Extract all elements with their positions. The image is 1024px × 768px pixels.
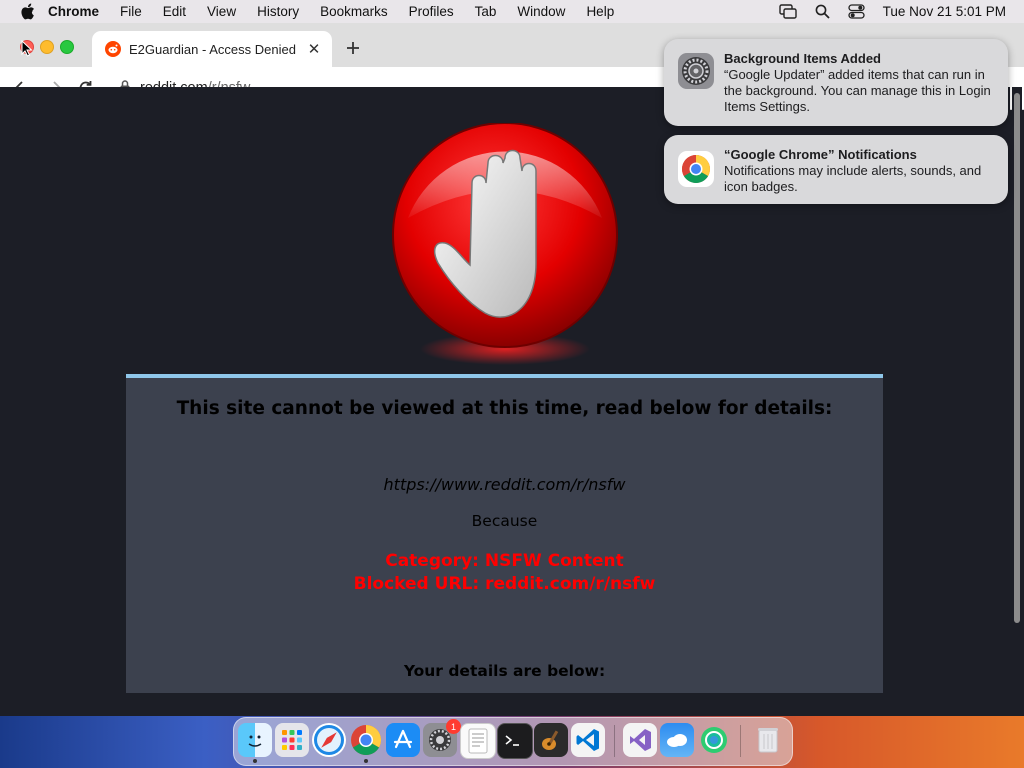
notification-title: “Google Chrome” Notifications xyxy=(724,147,917,162)
chrome-icon xyxy=(677,150,715,188)
menu-edit[interactable]: Edit xyxy=(163,4,186,19)
notification-background-items[interactable]: Background Items Added “Google Updater” … xyxy=(664,39,1008,126)
safari-icon[interactable] xyxy=(312,723,346,757)
menu-help[interactable]: Help xyxy=(586,4,614,19)
textedit-icon[interactable] xyxy=(460,723,496,759)
mouse-pointer-icon xyxy=(21,40,33,57)
new-tab-button[interactable] xyxy=(342,37,364,59)
system-settings-gear-icon xyxy=(677,52,715,90)
page-headline: This site cannot be viewed at this time,… xyxy=(176,398,833,419)
browser-icon[interactable] xyxy=(697,723,731,757)
block-reason: Category: NSFW Content Blocked URL: redd… xyxy=(126,550,883,596)
dock: 1 xyxy=(233,717,793,766)
stop-hand-icon xyxy=(390,122,620,373)
menu-bookmarks[interactable]: Bookmarks xyxy=(320,4,388,19)
notification-title: Background Items Added xyxy=(724,51,881,66)
spotlight-search-icon[interactable] xyxy=(815,4,830,19)
control-center-icon[interactable] xyxy=(848,4,865,19)
because-label: Because xyxy=(471,512,538,530)
menu-view[interactable]: View xyxy=(207,4,236,19)
terminal-icon[interactable] xyxy=(497,723,533,759)
vscode-icon[interactable] xyxy=(571,723,605,757)
screen-mirroring-icon[interactable] xyxy=(778,4,797,19)
settings-badge: 1 xyxy=(446,719,461,734)
menu-tab[interactable]: Tab xyxy=(475,4,497,19)
notification-body: “Google Updater” added items that can ru… xyxy=(724,67,991,114)
blocked-url-text: https://www.reddit.com/r/nsfw xyxy=(383,475,626,494)
window-minimize-button[interactable] xyxy=(40,40,54,54)
chrome-dock-icon[interactable] xyxy=(349,723,383,757)
menu-bar: Chrome File Edit View History Bookmarks … xyxy=(0,0,1024,23)
tab-title: E2Guardian - Access Denied xyxy=(129,41,296,57)
block-reason-url: Blocked URL: reddit.com/r/nsfw xyxy=(353,574,656,594)
menu-app-name[interactable]: Chrome xyxy=(48,4,99,19)
menu-profiles[interactable]: Profiles xyxy=(409,4,454,19)
notification-body: Notifications may include alerts, sounds… xyxy=(724,163,982,194)
tab-close-icon[interactable]: ✕ xyxy=(306,41,322,58)
window-zoom-button[interactable] xyxy=(60,40,74,54)
garageband-icon[interactable] xyxy=(534,723,568,757)
apple-menu-icon[interactable] xyxy=(18,3,36,21)
menu-file[interactable]: File xyxy=(120,4,142,19)
tab-active[interactable]: E2Guardian - Access Denied ✕ xyxy=(92,31,332,67)
reddit-favicon-icon xyxy=(105,41,121,57)
trash-icon[interactable] xyxy=(751,723,785,757)
page-scrollbar[interactable] xyxy=(1012,87,1022,693)
menu-history[interactable]: History xyxy=(257,4,299,19)
finder-icon[interactable] xyxy=(238,723,272,757)
app-store-icon[interactable] xyxy=(386,723,420,757)
launchpad-icon[interactable] xyxy=(275,723,309,757)
menu-clock[interactable]: Tue Nov 21 5:01 PM xyxy=(883,4,1006,19)
visual-studio-icon[interactable] xyxy=(623,723,657,757)
block-category: Category: NSFW Content xyxy=(385,551,624,571)
details-heading: Your details are below: xyxy=(403,662,606,680)
menu-window[interactable]: Window xyxy=(517,4,565,19)
access-denied-panel: This site cannot be viewed at this time,… xyxy=(126,374,883,693)
notification-chrome[interactable]: “Google Chrome” Notifications Notificati… xyxy=(664,135,1008,204)
weather-icon[interactable] xyxy=(660,723,694,757)
scrollbar-thumb[interactable] xyxy=(1014,93,1020,623)
system-settings-icon[interactable]: 1 xyxy=(423,719,461,757)
